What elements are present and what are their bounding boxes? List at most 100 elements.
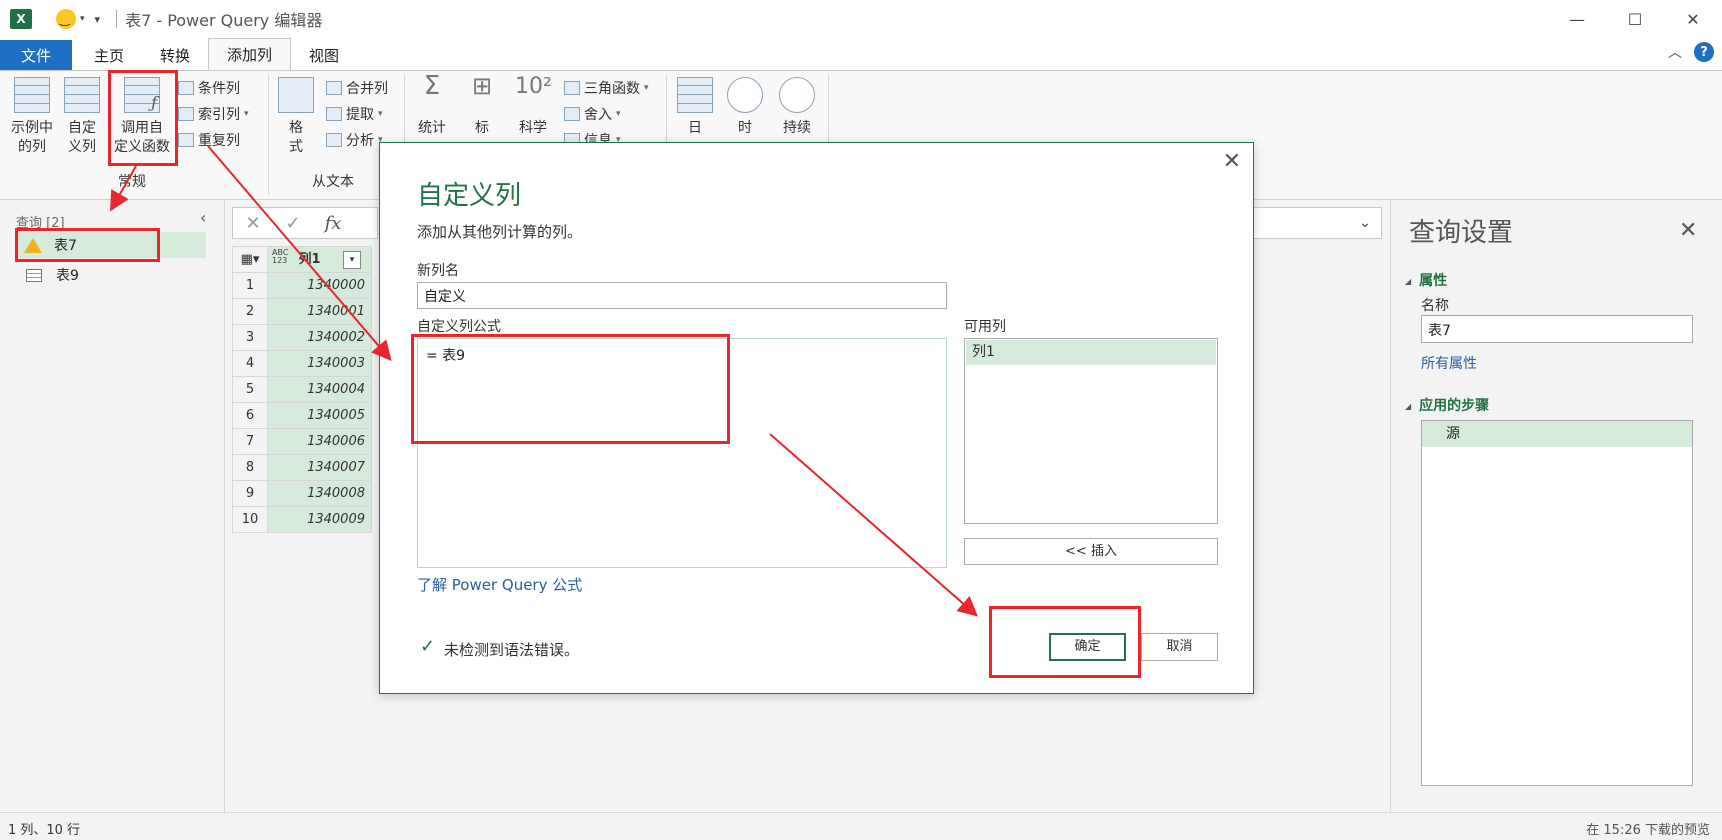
group-general-label: 常规 xyxy=(118,174,146,190)
index-column-label: 索引列 xyxy=(198,107,240,123)
cell-value[interactable]: 1340001 xyxy=(267,298,372,325)
window-title: 表7 - Power Query 编辑器 xyxy=(125,11,323,30)
custom-column-button[interactable]: 自定 义列 xyxy=(56,77,108,157)
table-menu-icon[interactable]: ▦▾ xyxy=(232,246,268,273)
date-button[interactable]: 日 xyxy=(672,77,718,138)
table-row: 8 1340007 xyxy=(232,454,372,481)
tab-transform[interactable]: 转换 xyxy=(142,40,208,70)
cancel-button[interactable]: 取消 xyxy=(1141,633,1218,661)
chevron-down-icon: ▾ xyxy=(616,109,621,119)
close-window-button[interactable]: ✕ xyxy=(1664,0,1722,38)
applied-steps-list: 源 xyxy=(1421,420,1693,786)
time-button[interactable]: 时 xyxy=(722,77,768,138)
maximize-button[interactable]: ☐ xyxy=(1606,0,1664,38)
dialog-subtitle: 添加从其他列计算的列。 xyxy=(417,223,583,241)
row-number: 2 xyxy=(232,298,268,325)
table-row: 2 1340001 xyxy=(232,298,372,325)
all-properties-link[interactable]: 所有属性 xyxy=(1421,353,1477,373)
group-separator xyxy=(268,75,269,195)
cell-value[interactable]: 1340006 xyxy=(267,428,372,455)
applied-steps-section[interactable]: 应用的步骤 xyxy=(1405,395,1489,415)
clock-icon xyxy=(727,77,763,113)
query-settings-pane: 查询设置 ✕ 属性 名称 表7 所有属性 应用的步骤 源 xyxy=(1390,200,1722,812)
collapse-pane-icon[interactable]: ‹ xyxy=(200,208,206,227)
column-examples-icon xyxy=(14,77,50,113)
help-icon[interactable]: ? xyxy=(1694,42,1714,62)
close-pane-icon[interactable]: ✕ xyxy=(1679,218,1697,243)
trig-button[interactable]: 三角函数 ▾ xyxy=(564,77,649,99)
merge-columns-label: 合并列 xyxy=(346,81,388,97)
index-column-icon xyxy=(178,107,194,121)
feedback-smiley-icon[interactable] xyxy=(56,9,76,29)
confirm-formula-icon[interactable]: ✓ xyxy=(273,213,313,234)
cell-value[interactable]: 1340004 xyxy=(267,376,372,403)
filter-dropdown-icon[interactable]: ▾ xyxy=(343,250,361,269)
merge-columns-button[interactable]: 合并列 xyxy=(326,77,388,99)
properties-section[interactable]: 属性 xyxy=(1405,270,1447,290)
extract-icon xyxy=(326,107,342,121)
cell-value[interactable]: 1340009 xyxy=(267,506,372,533)
preview-timestamp: 在 15:26 下载的预览 xyxy=(1586,823,1710,838)
formula-label: 自定义列公式 xyxy=(417,319,501,335)
cell-value[interactable]: 1340005 xyxy=(267,402,372,429)
new-column-name-input[interactable]: 自定义 xyxy=(417,282,947,309)
close-dialog-icon[interactable]: ✕ xyxy=(1223,149,1241,174)
math-operators-icon: ⊞ xyxy=(471,72,493,100)
parse-button[interactable]: 分析 ▾ xyxy=(326,129,383,151)
name-label: 名称 xyxy=(1421,298,1449,314)
step-source[interactable]: 源 xyxy=(1422,421,1692,447)
table-row: 3 1340002 xyxy=(232,324,372,351)
tab-view[interactable]: 视图 xyxy=(291,40,357,70)
scientific-label: 科学 xyxy=(519,120,547,136)
highlight-query-table7 xyxy=(15,228,160,262)
duplicate-column-button[interactable]: 重复列 xyxy=(178,129,240,151)
cancel-formula-icon[interactable]: ✕ xyxy=(233,213,273,234)
conditional-column-button[interactable]: 条件列 xyxy=(178,77,240,99)
conditional-column-icon xyxy=(178,81,194,95)
formula-bar: ✕ ✓ fx xyxy=(232,207,378,239)
table-row: 1 1340000 xyxy=(232,272,372,299)
available-column-item[interactable]: 列1 xyxy=(966,340,1216,365)
standard-button[interactable]: ⊞ 标 xyxy=(460,72,504,138)
tab-file[interactable]: 文件 xyxy=(0,40,72,70)
ribbon-tabs: 文件 主页 转换 添加列 视图 ︿ ? xyxy=(0,38,1722,70)
row-number: 6 xyxy=(232,402,268,429)
standard-label: 标 xyxy=(475,120,489,136)
syntax-status: 未检测到语法错误。 xyxy=(444,641,580,659)
fx-icon[interactable]: fx xyxy=(313,213,353,234)
row-number: 1 xyxy=(232,272,268,299)
column-from-examples-button[interactable]: 示例中 的列 xyxy=(6,77,58,157)
conditional-column-label: 条件列 xyxy=(198,81,240,97)
smiley-dropdown-icon[interactable]: ▾ xyxy=(80,14,85,24)
column-header-col1[interactable]: ABC 123 列1 ▾ xyxy=(267,246,372,273)
cell-value[interactable]: 1340002 xyxy=(267,324,372,351)
tab-home[interactable]: 主页 xyxy=(76,40,142,70)
column-from-examples-label: 示例中 的列 xyxy=(11,120,53,155)
scientific-button[interactable]: 10² 科学 xyxy=(508,76,558,138)
merge-columns-icon xyxy=(326,81,342,95)
cell-value[interactable]: 1340007 xyxy=(267,454,372,481)
duplicate-column-icon xyxy=(178,133,194,147)
insert-button[interactable]: << 插入 xyxy=(964,538,1218,565)
minimize-button[interactable]: — xyxy=(1548,0,1606,38)
query-name-input[interactable]: 表7 xyxy=(1421,315,1693,343)
cell-value[interactable]: 1340003 xyxy=(267,350,372,377)
cell-value[interactable]: 1340000 xyxy=(267,272,372,299)
rounding-button[interactable]: 舍入 ▾ xyxy=(564,103,621,125)
cell-value[interactable]: 1340008 xyxy=(267,480,372,507)
duration-button[interactable]: 持续 xyxy=(772,77,822,138)
formula-expand-button[interactable]: ⌄ xyxy=(1240,207,1382,239)
chevron-down-icon: ▾ xyxy=(644,83,649,93)
time-label: 时 xyxy=(738,120,752,136)
collapse-ribbon-icon[interactable]: ︿ xyxy=(1668,42,1682,62)
statistics-button[interactable]: Σ 统计 xyxy=(410,73,454,138)
customize-toolbar-icon[interactable]: ▾ xyxy=(95,13,101,26)
learn-formulas-link[interactable]: 了解 Power Query 公式 xyxy=(417,574,582,595)
format-button[interactable]: 格 式 xyxy=(276,77,316,157)
extract-button[interactable]: 提取 ▾ xyxy=(326,103,383,125)
query-item-table9[interactable]: 表9 xyxy=(18,262,206,288)
type-any-icon[interactable]: ABC 123 xyxy=(272,249,288,265)
index-column-button[interactable]: 索引列 ▾ xyxy=(178,103,249,125)
query-settings-title: 查询设置 xyxy=(1409,218,1514,248)
tab-add-column[interactable]: 添加列 xyxy=(208,38,292,70)
